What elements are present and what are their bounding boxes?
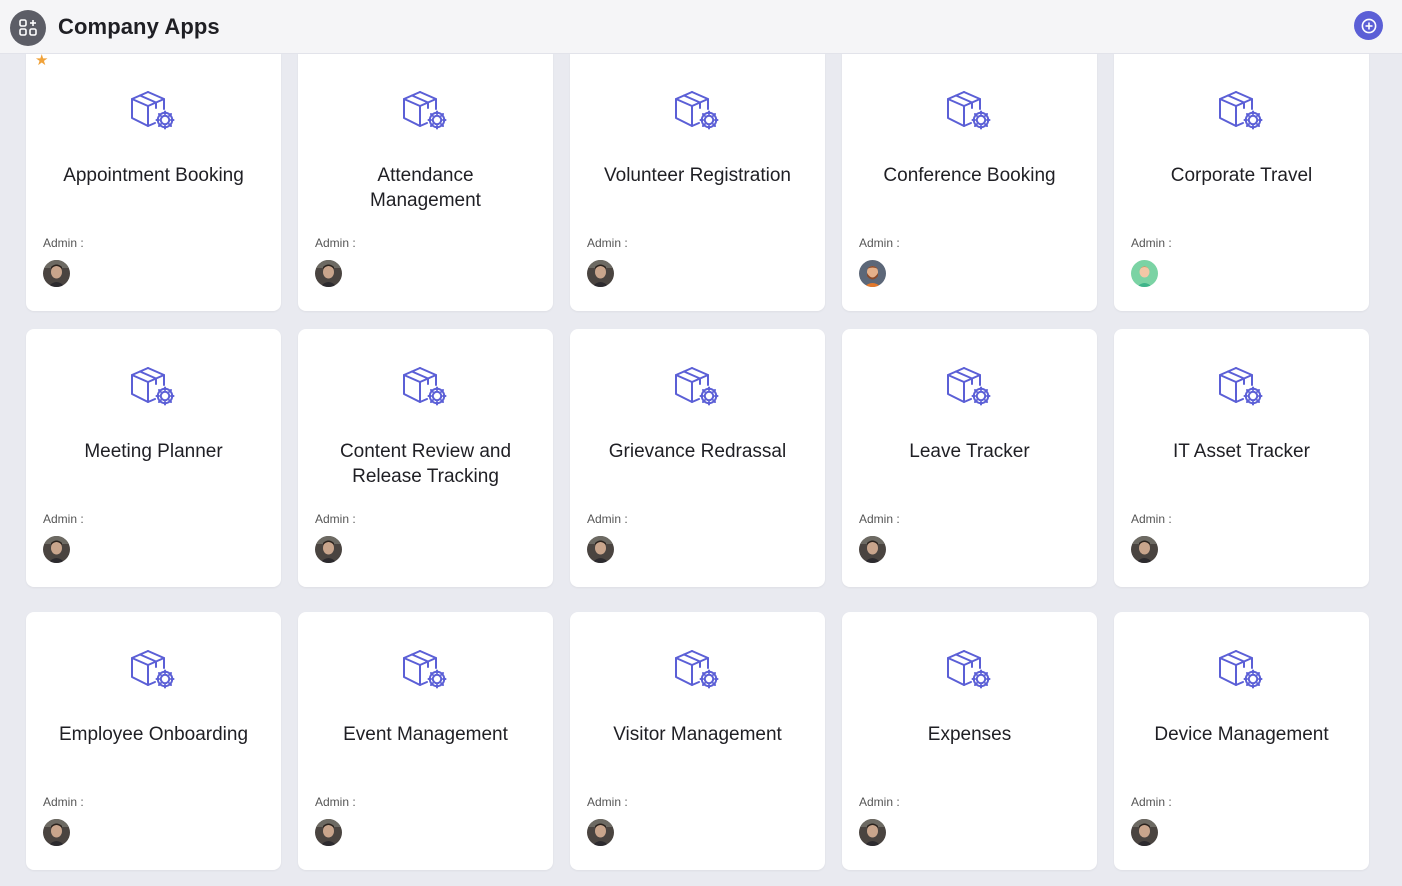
admin-label: Admin : [1131,512,1172,526]
plus-icon [1361,18,1376,33]
app-box-gear-icon [945,648,993,692]
admin-label: Admin : [1131,236,1172,250]
grid-apps-icon[interactable] [10,10,46,46]
app-card[interactable]: Device Management Admin : [1114,612,1369,870]
admin-avatar[interactable] [1131,260,1158,287]
app-name: Attendance Management [370,165,481,211]
app-box-gear-icon [129,648,177,692]
admin-avatar[interactable] [315,819,342,846]
admin-avatar[interactable] [43,260,70,287]
admin-label: Admin : [587,512,628,526]
app-card[interactable]: IT Asset Tracker Admin : [1114,329,1369,587]
app-card[interactable]: Event Management Admin : [298,612,553,870]
app-name: Conference Booking [883,165,1056,186]
admin-avatar[interactable] [315,260,342,287]
app-card[interactable]: ★ Appointment Booking Admin : [26,53,281,311]
admin-avatar[interactable] [587,536,614,563]
app-name: Corporate Travel [1170,165,1313,186]
favorite-star-icon[interactable]: ★ [35,53,48,69]
app-card[interactable]: Grievance Redrassal Admin : [570,329,825,587]
admin-avatar[interactable] [1131,536,1158,563]
admin-label: Admin : [587,236,628,250]
app-box-gear-icon [129,365,177,409]
add-app-button[interactable] [1354,11,1383,40]
admin-label: Admin : [859,512,900,526]
app-box-gear-icon [401,648,449,692]
app-name: Leave Tracker [909,441,1030,462]
app-card[interactable]: Content Review and Release Tracking Admin… [298,329,553,587]
app-box-gear-icon [945,89,993,133]
admin-avatar[interactable] [859,536,886,563]
app-box-gear-icon [673,89,721,133]
app-box-gear-icon [945,365,993,409]
admin-avatar[interactable] [43,819,70,846]
top-bar: Company Apps [0,0,1402,54]
admin-label: Admin : [43,512,84,526]
app-name: Meeting Planner [84,441,223,462]
app-box-gear-icon [401,365,449,409]
app-box-gear-icon [673,648,721,692]
app-box-gear-icon [1217,365,1265,409]
app-card[interactable]: Conference Booking Admin : [842,53,1097,311]
app-card[interactable]: Leave Tracker Admin : [842,329,1097,587]
apps-grid: ★ Appointment Booking Admin : Attendance … [0,0,1402,886]
app-card[interactable]: Meeting Planner Admin : [26,329,281,587]
admin-label: Admin : [43,236,84,250]
app-name: Employee Onboarding [58,724,249,745]
app-card[interactable]: Expenses Admin : [842,612,1097,870]
app-card[interactable]: Corporate Travel Admin : [1114,53,1369,311]
app-name: Content Review and Release Tracking [339,441,512,487]
admin-label: Admin : [587,795,628,809]
admin-label: Admin : [43,795,84,809]
app-name: Event Management [343,724,508,745]
app-box-gear-icon [673,365,721,409]
admin-label: Admin : [315,512,356,526]
app-name: Volunteer Registration [604,165,791,186]
app-box-gear-icon [1217,648,1265,692]
admin-label: Admin : [859,795,900,809]
app-card[interactable]: Volunteer Registration Admin : [570,53,825,311]
app-name: Grievance Redrassal [608,441,787,462]
admin-label: Admin : [315,236,356,250]
app-card[interactable]: Visitor Management Admin : [570,612,825,870]
app-name: Appointment Booking [63,165,244,186]
app-box-gear-icon [129,89,177,133]
app-name: Device Management [1154,724,1329,745]
app-card[interactable]: Attendance Management Admin : [298,53,553,311]
admin-avatar[interactable] [587,819,614,846]
app-name: Expenses [927,724,1012,745]
admin-label: Admin : [859,236,900,250]
admin-avatar[interactable] [587,260,614,287]
admin-avatar[interactable] [1131,819,1158,846]
admin-avatar[interactable] [43,536,70,563]
admin-avatar[interactable] [315,536,342,563]
app-card[interactable]: Employee Onboarding Admin : [26,612,281,870]
admin-avatar[interactable] [859,819,886,846]
admin-avatar[interactable] [859,260,886,287]
app-name: IT Asset Tracker [1173,441,1310,462]
admin-label: Admin : [315,795,356,809]
app-box-gear-icon [401,89,449,133]
app-box-gear-icon [1217,89,1265,133]
admin-label: Admin : [1131,795,1172,809]
page-title: Company Apps [58,14,220,39]
app-name: Visitor Management [613,724,782,745]
